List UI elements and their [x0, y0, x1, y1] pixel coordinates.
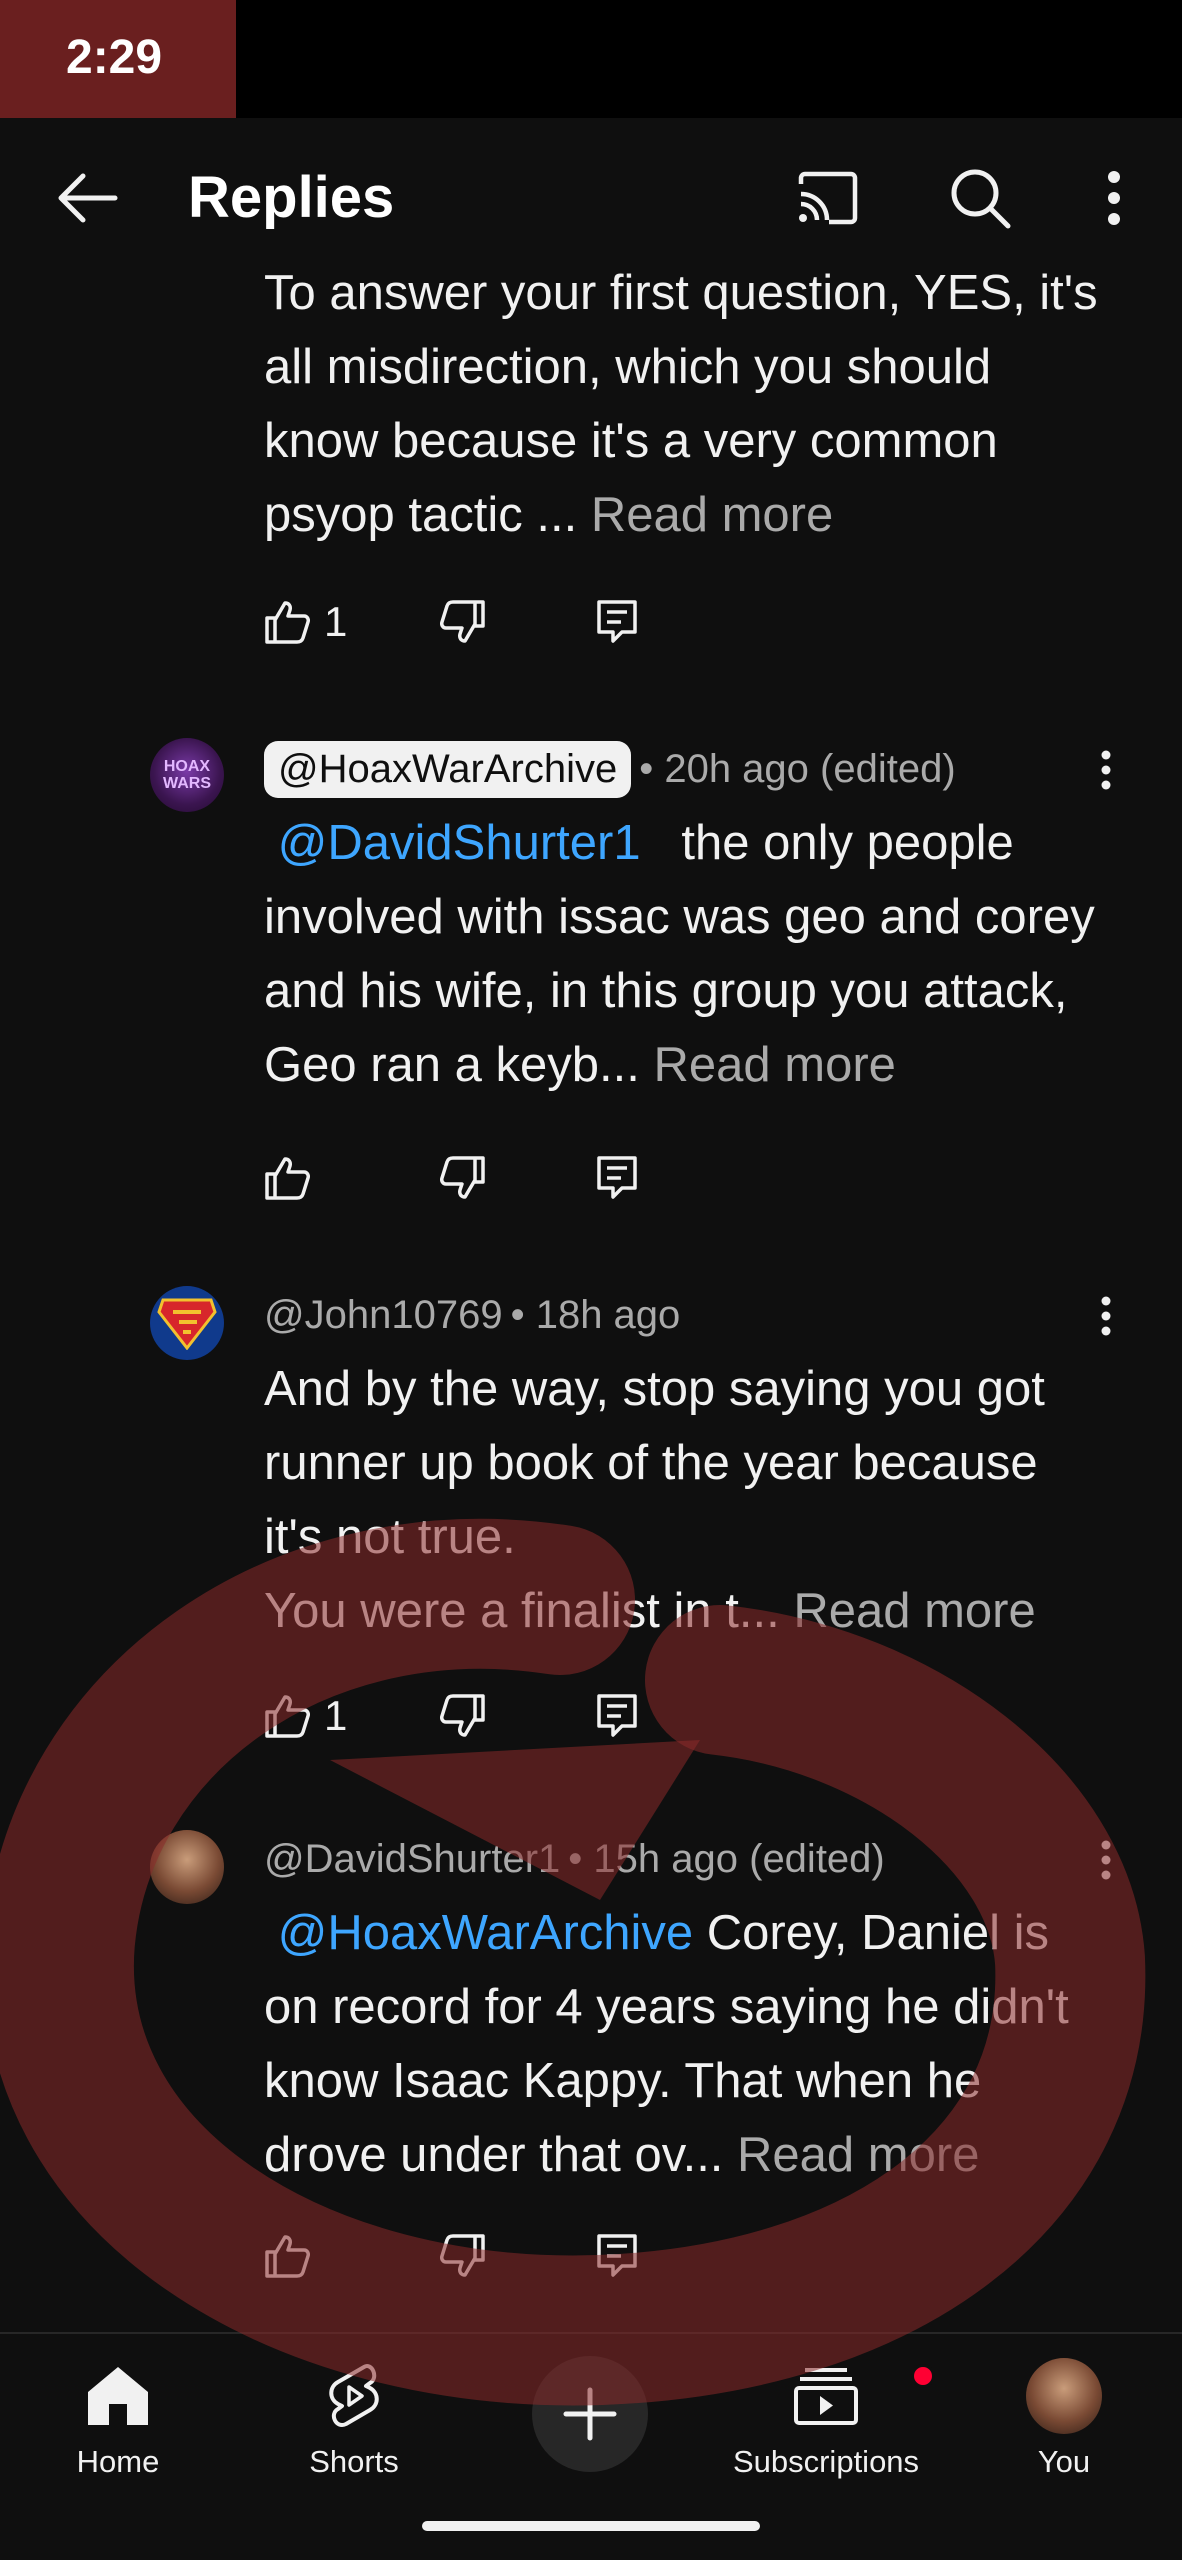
comment-menu-button[interactable]: [1086, 740, 1126, 800]
comment-text: And by the way, stop saying you got runn…: [264, 1362, 1045, 1638]
status-bar: 2:29: [0, 0, 1182, 118]
dislike-button[interactable]: [440, 1148, 486, 1208]
comment-reply-icon: [597, 2234, 637, 2277]
read-more-link[interactable]: Read more: [591, 488, 833, 542]
thumb-down-icon: [440, 2234, 485, 2277]
more-vert-icon: [1101, 1296, 1111, 1336]
superman-shield-icon: [157, 1298, 217, 1350]
comment-actions: [264, 2226, 684, 2286]
like-button[interactable]: 1: [264, 592, 347, 652]
back-button[interactable]: [48, 158, 128, 238]
comment-reply-icon: [597, 1694, 637, 1737]
like-button[interactable]: [264, 1148, 324, 1208]
more-vert-icon: [1108, 171, 1120, 225]
author-name[interactable]: @HoaxWarArchive: [264, 740, 632, 798]
thumb-down-icon: [440, 600, 485, 643]
home-icon: [88, 2367, 148, 2425]
profile-avatar: [1026, 2358, 1102, 2434]
comment-header: @DavidShurter1 • 15h ago (edited): [264, 1826, 885, 1892]
plus-icon: [563, 2387, 617, 2441]
reply-button[interactable]: [596, 2226, 638, 2286]
reply-button[interactable]: [596, 1148, 638, 1208]
like-button[interactable]: 1: [264, 1686, 347, 1746]
thumb-up-icon: [265, 1695, 310, 1738]
thumb-up-icon: [265, 601, 310, 644]
comment-text: @HoaxWarArchive Corey, Daniel is on reco…: [264, 1906, 1069, 2182]
like-count: 1: [324, 598, 348, 645]
comment-header: @John10769 • 18h ago: [264, 1282, 680, 1348]
nav-shorts-label: Shorts: [309, 2444, 399, 2479]
comment-menu-button[interactable]: [1086, 1830, 1126, 1890]
like-count: 1: [324, 1692, 348, 1739]
comment-actions: 1: [264, 1686, 684, 1746]
dislike-button[interactable]: [440, 1686, 486, 1746]
read-more-link[interactable]: Read more: [737, 2128, 979, 2182]
comment-header: @HoaxWarArchive • 20h ago (edited): [264, 736, 956, 802]
app-bar: Replies: [0, 118, 1182, 268]
nav-home[interactable]: Home: [18, 2354, 218, 2504]
comment-meta: • 18h ago: [510, 1292, 681, 1337]
dislike-button[interactable]: [440, 592, 486, 652]
avatar[interactable]: [150, 1830, 224, 1904]
nav-shorts[interactable]: Shorts: [254, 2354, 454, 2504]
shorts-icon: [329, 2364, 379, 2427]
more-options-button[interactable]: [1074, 158, 1154, 238]
like-button[interactable]: [264, 2226, 324, 2286]
nav-subscriptions-label: Subscriptions: [732, 2444, 920, 2479]
mention-link[interactable]: @HoaxWarArchive: [278, 1906, 694, 1960]
nav-you[interactable]: You: [964, 2354, 1164, 2504]
comment-reply-icon: [597, 1156, 637, 1199]
page-title: Replies: [188, 165, 395, 230]
replies-screen: 2:29 Replies To answer your first questi…: [0, 0, 1182, 2560]
comment-text: @DavidShurter1 the only people involved …: [264, 816, 1109, 1092]
dislike-button[interactable]: [440, 2226, 486, 2286]
more-vert-icon: [1101, 1840, 1111, 1880]
nav-you-label: You: [1037, 2444, 1091, 2479]
more-vert-icon: [1101, 750, 1111, 790]
comment-reply-icon: [597, 600, 637, 643]
reply-button[interactable]: [596, 1686, 638, 1746]
search-icon: [951, 169, 1011, 229]
cast-icon: [798, 171, 858, 225]
avatar[interactable]: [150, 1286, 224, 1360]
avatar[interactable]: HOAX WARS: [150, 738, 224, 812]
subscriptions-icon: [794, 2368, 858, 2425]
nav-home-label: Home: [76, 2444, 160, 2479]
comment-meta: • 15h ago (edited): [568, 1836, 885, 1881]
back-arrow-icon: [58, 173, 118, 223]
reply-button[interactable]: [596, 592, 638, 652]
read-more-link[interactable]: Read more: [654, 1038, 896, 1092]
search-button[interactable]: [940, 158, 1020, 238]
notification-dot: [911, 2364, 935, 2388]
read-more-link[interactable]: Read more: [793, 1584, 1035, 1638]
thumb-down-icon: [440, 1156, 485, 1199]
nav-subscriptions[interactable]: Subscriptions: [726, 2354, 935, 2504]
author-name[interactable]: @John10769: [264, 1293, 503, 1338]
create-button[interactable]: [532, 2356, 648, 2472]
avatar-logo-text: HOAX WARS: [163, 758, 211, 792]
cast-button[interactable]: [788, 158, 868, 238]
status-time: 2:29: [0, 0, 236, 118]
comment-text: To answer your first question, YES, it's…: [264, 266, 1098, 542]
comment-actions: 1: [264, 592, 684, 652]
author-name[interactable]: @DavidShurter1: [264, 1837, 560, 1882]
thumb-down-icon: [440, 1694, 485, 1737]
thumb-up-icon: [265, 2235, 310, 2278]
comment-meta: • 20h ago (edited): [639, 746, 956, 791]
mention-link[interactable]: @DavidShurter1: [278, 816, 641, 870]
thumb-up-icon: [265, 1157, 310, 1200]
comment-actions: [264, 1148, 684, 1208]
comment-menu-button[interactable]: [1086, 1286, 1126, 1346]
home-indicator[interactable]: [422, 2521, 760, 2531]
